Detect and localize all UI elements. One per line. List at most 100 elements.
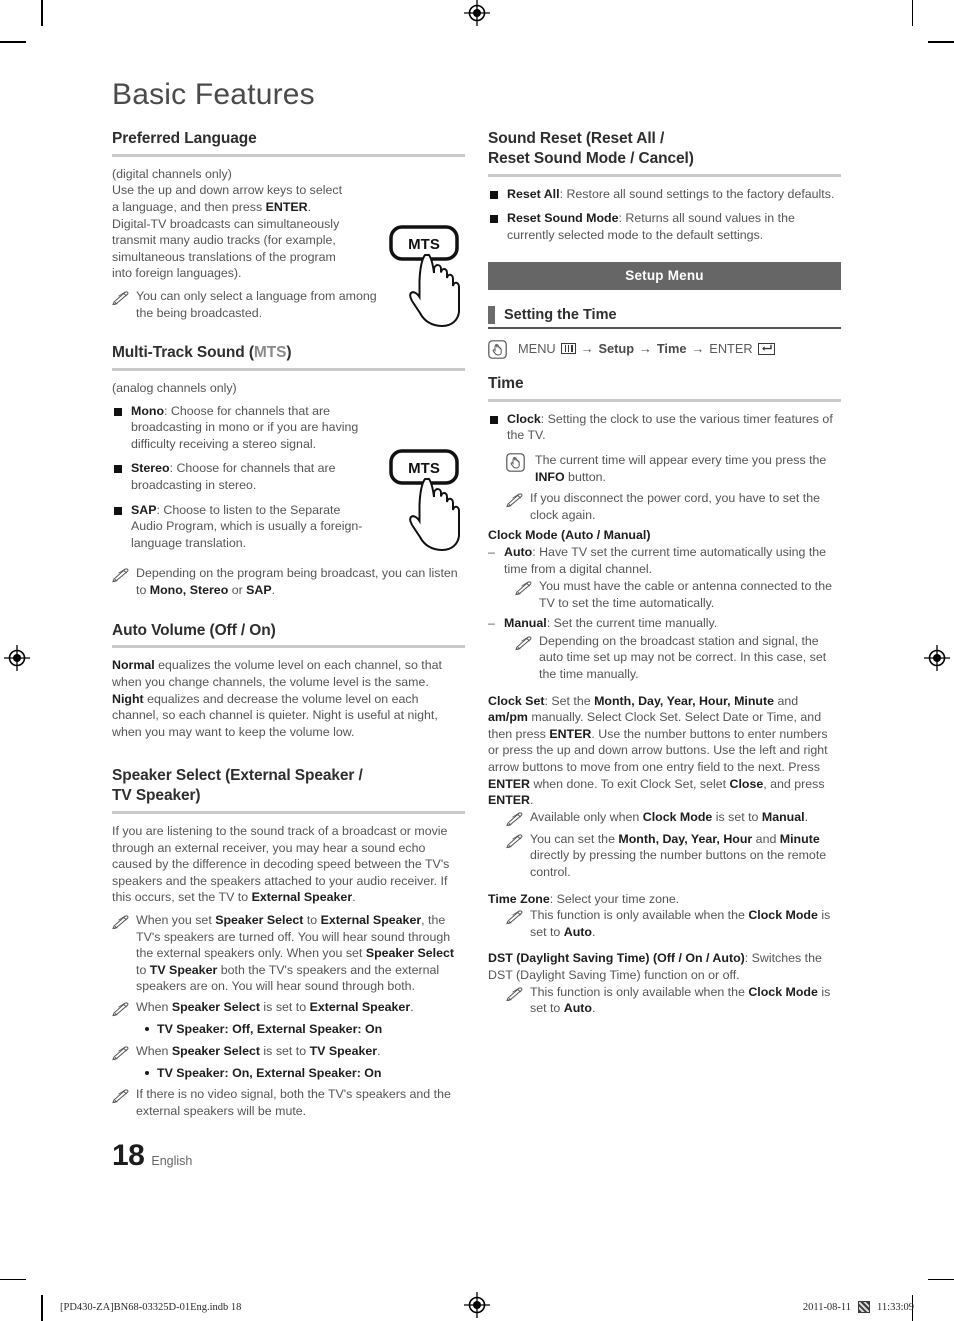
dash-item-manual: – Manual: Set the current time manually. (488, 615, 841, 632)
registration-mark-top (464, 0, 490, 26)
list-item-mono: Mono: Choose for channels that are broad… (112, 403, 364, 453)
note-preferred-language: You can only select a language from amon… (112, 288, 377, 321)
cs-t1: : Set the (544, 693, 595, 708)
nav-enter-label: ENTER (709, 341, 753, 357)
ss-p1-external-speaker: External Speaker (251, 890, 353, 905)
heading-rule (112, 153, 465, 157)
mts-note-c: or (228, 582, 247, 597)
list-item-sap: SAP: Choose to listen to the Separate Au… (112, 502, 364, 552)
subheading-marker-icon (488, 306, 495, 325)
registration-mark-right (924, 645, 950, 671)
clock-mode-heading-text: Clock Mode (Auto / Manual) (488, 528, 651, 543)
pl-p2-c: . (307, 200, 312, 215)
heading-rule (112, 810, 465, 814)
square-bullet-icon (490, 415, 498, 424)
hand-press-icon (488, 340, 507, 359)
csn1-e: . (804, 809, 809, 824)
dash-icon: – (488, 616, 495, 631)
heading-rule (488, 173, 841, 177)
desc-time-zone: : Select your time zone. (549, 891, 680, 906)
csn2-a: You can set the (530, 831, 619, 846)
ss-n2-external-speaker: External Speaker (309, 999, 411, 1014)
clock-mode-heading: Clock Mode (Auto / Manual) (488, 527, 841, 544)
svg-text:MTS: MTS (408, 460, 440, 477)
mts-note-sap: SAP (246, 582, 272, 597)
pencil-icon (112, 291, 129, 306)
print-footer: [PD430-ZA]BN68-03325D-01Eng.indb 18 2011… (60, 1297, 914, 1317)
term-mono: Mono (131, 403, 165, 418)
tzn-clock-mode: Clock Mode (748, 908, 818, 923)
ss-n3-tv-speaker: TV Speaker (309, 1043, 378, 1058)
sound-reset-heading-l2: Reset Sound Mode / Cancel) (488, 149, 694, 167)
subheading-setting-the-time: Setting the Time (488, 306, 841, 325)
csn1-c: is set to (712, 809, 762, 824)
square-bullet-icon (490, 215, 498, 224)
crop-mark-top-left-horizontal (0, 41, 26, 43)
mts-heading-main: Multi-Track Sound ( (112, 344, 254, 362)
square-bullet-icon (114, 465, 122, 474)
csn1-manual: Manual (761, 809, 805, 824)
dstn-auto: Auto (563, 1001, 592, 1016)
crop-mark-top-left-vertical (41, 0, 43, 26)
page-number: 18 (112, 1139, 145, 1173)
ss-n1-a: When you set (136, 912, 216, 927)
heading-auto-volume: Auto Volume (Off / On) (112, 621, 276, 639)
dstn-a: This function is only available when the (530, 984, 749, 999)
desc-reset-all: : Restore all sound settings to the fact… (559, 186, 835, 201)
arrow-icon-1: → (580, 341, 594, 357)
note-manual-broadcast: Depending on the broadcast station and s… (515, 633, 841, 683)
desc-auto: : Have TV set the current time automatic… (504, 544, 827, 576)
dst-paragraph: DST (Daylight Saving Time) (Off / On / A… (488, 950, 841, 983)
ss-n2-e: . (410, 999, 414, 1014)
ss-n3-a: When (136, 1043, 172, 1058)
ss-n1-c: to (303, 912, 321, 927)
pencil-icon (506, 834, 523, 849)
heading-rule (112, 368, 465, 371)
heading-multi-track-sound: Multi-Track Sound (MTS) (112, 343, 465, 363)
term-night: Night (112, 691, 144, 706)
enter-return-icon (757, 342, 775, 355)
note-clock-set-number-buttons: You can set the Month, Day, Year, Hour a… (506, 831, 841, 881)
bullet-speaker-state-1: TV Speaker: Off, External Speaker: On (145, 1021, 465, 1038)
cs-ampm: am/pm (488, 710, 528, 725)
note-speaker-select-1: When you set Speaker Select to External … (112, 912, 465, 995)
term-reset-all: Reset All (507, 186, 560, 201)
ss-n1-speaker-select-2: Speaker Select (365, 946, 454, 961)
mts-heading-abbrev: MTS (253, 344, 287, 362)
pencil-icon (112, 568, 129, 583)
print-footer-filename: [PD430-ZA]BN68-03325D-01Eng.indb 18 (60, 1301, 242, 1313)
tzn-e: . (591, 924, 596, 939)
speaker-select-heading-l1: Speaker Select (External Speaker / (112, 767, 363, 785)
crop-mark-bottom-right-horizontal (928, 1278, 954, 1280)
term-clock-set: Clock Set (488, 693, 545, 708)
subheading-text: Setting the Time (504, 307, 617, 324)
cs-t5: when done. To exit Clock Set, selet (530, 776, 730, 791)
list-item-clock: Clock: Setting the clock to use the vari… (488, 411, 841, 444)
square-bullet-icon (114, 407, 122, 416)
page-number-block: 18 English (112, 1139, 465, 1173)
speaker-state-text-1: TV Speaker: Off, External Speaker: On (157, 1021, 383, 1036)
heading-rule (112, 645, 465, 649)
note-speaker-select-3: When Speaker Select is set to TV Speaker… (112, 1043, 465, 1061)
pencil-icon (112, 1089, 129, 1104)
cs-close: Close (729, 776, 764, 791)
dash-item-auto: – Auto: Have TV set the current time aut… (488, 544, 841, 577)
term-dst: DST (Daylight Saving Time) (Off / On / A… (488, 951, 745, 966)
term-auto: Auto (504, 544, 533, 559)
mts-note-e: . (271, 582, 276, 597)
ss-n4-text: If there is no video signal, both the TV… (136, 1087, 451, 1118)
note-dst: This function is only available when the… (506, 984, 841, 1017)
note-text: You can only select a language from amon… (136, 288, 377, 320)
csn2-c: and (752, 831, 780, 846)
crop-mark-bottom-left-vertical (41, 1295, 43, 1321)
time-zone-paragraph: Time Zone: Select your time zone. (488, 891, 841, 908)
heading-rule (488, 398, 841, 402)
ss-n1-external-speaker: External Speaker (320, 912, 422, 927)
desc-night: equalizes and decrease the volume level … (112, 691, 438, 739)
dstn-clock-mode: Clock Mode (748, 984, 818, 999)
mts-remote-button-figure-1: MTS (384, 225, 476, 338)
dash-icon: – (488, 544, 495, 559)
csn2-fields: Month, Day, Year, Hour (618, 831, 753, 846)
desc-sap: : Choose to listen to the Separate Audio… (131, 502, 363, 550)
cs-t2: and (774, 693, 799, 708)
